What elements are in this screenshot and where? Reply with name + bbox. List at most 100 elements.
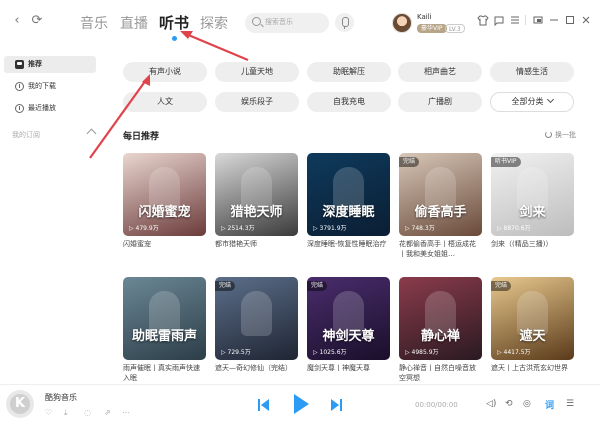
refresh-batch-button[interactable]: 换一批	[555, 130, 576, 140]
play-count: 8870.6万	[494, 224, 534, 233]
logo-letter: K	[10, 394, 30, 414]
next-icon[interactable]	[330, 399, 342, 411]
sidebar-item-downloads[interactable]: 我的下载	[4, 78, 96, 95]
cover-title: 偷香高手	[414, 205, 467, 220]
card-cover[interactable]: 闪婚蜜宠 479.9万	[123, 153, 206, 236]
chip-self-improvement[interactable]: 自我充电	[307, 92, 391, 112]
cover-title: 助眠雷雨声	[131, 329, 197, 344]
audiobook-card[interactable]: 猎艳天师 2514.3万都市猎艳天师	[215, 153, 298, 249]
chip-emotion[interactable]: 情感生活	[490, 62, 574, 82]
sidebar-item-label: 最近播放	[28, 104, 56, 112]
previous-icon[interactable]	[258, 399, 270, 411]
refresh-batch-icon[interactable]	[545, 131, 552, 138]
heart-icon[interactable]: ♡	[45, 409, 52, 417]
chevron-up-icon[interactable]	[86, 128, 97, 139]
card-cover[interactable]: 猎艳天师 2514.3万	[215, 153, 298, 236]
level-badge: LV.3	[445, 24, 465, 33]
play-count: 2514.3万	[218, 224, 258, 233]
vip-badge: 豪华VIP	[417, 24, 447, 33]
card-title[interactable]: 闪婚蜜宠	[123, 239, 206, 249]
card-title[interactable]: 都市猎艳天师	[215, 239, 298, 249]
play-count: 729.5万	[218, 348, 254, 357]
audiobook-card[interactable]: 闪婚蜜宠479.9万闪婚蜜宠	[123, 153, 206, 249]
more-icon[interactable]: ⋯	[122, 409, 130, 417]
cover-title: 遮天	[519, 329, 546, 344]
recommend-icon	[15, 60, 24, 69]
sidebar-item-recent[interactable]: 最近播放	[4, 100, 96, 117]
username[interactable]: Kaili	[417, 13, 432, 21]
tab-music[interactable]: 音乐	[80, 13, 108, 33]
volume-icon[interactable]: ◁)	[486, 398, 496, 410]
share-icon[interactable]: ⇗	[104, 409, 111, 417]
sidebar-item-recommend[interactable]: 推荐	[4, 56, 96, 73]
section-title: 每日推荐	[123, 132, 160, 142]
chip-humanities[interactable]: 人文	[123, 92, 207, 112]
skin-icon[interactable]	[477, 14, 489, 26]
subscriptions-header[interactable]: 我的订阅	[12, 130, 40, 140]
card-title[interactable]: 深度睡眠-恢复性睡眠治疗	[307, 239, 390, 249]
microphone-icon[interactable]	[335, 13, 354, 32]
card-cover[interactable]: 听书VIP 剑来 8870.6万	[491, 153, 574, 236]
lyrics-button[interactable]: 词	[545, 398, 554, 411]
card-title[interactable]: 静心禅音丨自然白噪音放空冥想	[399, 363, 482, 383]
mini-mode-icon[interactable]	[532, 14, 544, 26]
card-cover[interactable]: 完结偷香高手 748.3万	[399, 153, 482, 236]
audiobook-card[interactable]: 听书VIP 剑来 8870.6万剑来（(精品三播)）	[491, 153, 574, 249]
card-title[interactable]: 花都偷香高手丨梧运成花丨我和美女姐姐…	[399, 239, 482, 259]
chip-entertainment[interactable]: 娱乐段子	[215, 92, 299, 112]
card-cover[interactable]: 深度睡眠 3791.9万	[307, 153, 390, 236]
avatar[interactable]	[392, 13, 412, 33]
cover-title: 静心禅	[420, 329, 460, 344]
close-icon[interactable]	[580, 14, 592, 26]
back-icon[interactable]: ‹	[10, 14, 24, 28]
tab-audiobook[interactable]: 听书	[159, 12, 189, 33]
card-tag: 完结	[307, 281, 328, 291]
download-icon[interactable]: ⤓	[64, 409, 68, 417]
cover-title: 闪婚蜜宠	[138, 205, 191, 220]
comment-icon[interactable]: ◌	[84, 409, 91, 417]
chip-radio-drama[interactable]: 广播剧	[398, 92, 482, 112]
loop-icon[interactable]: ⟲	[505, 398, 513, 410]
card-title[interactable]: 遮天丨上古洪荒玄幻世界	[491, 363, 574, 373]
chip-kids[interactable]: 儿童天地	[215, 62, 299, 82]
chip-sleep[interactable]: 助眠解压	[307, 62, 391, 82]
chip-novels[interactable]: 有声小说	[123, 62, 207, 82]
card-title[interactable]: 剑来（(精品三播)）	[491, 239, 574, 249]
sound-effect-icon[interactable]: ◎	[523, 398, 531, 410]
chevron-down-icon	[546, 95, 554, 104]
play-count: 4417.5万	[494, 348, 534, 357]
card-title[interactable]: 雨声催眠丨真实雨声快速入眠	[123, 363, 206, 383]
refresh-icon[interactable]: ⟳	[30, 14, 44, 28]
tab-explore[interactable]: 探索	[200, 13, 228, 33]
audiobook-card[interactable]: 静心禅 4985.9万静心禅音丨自然白噪音放空冥想	[399, 277, 482, 383]
minimize-icon[interactable]	[548, 14, 560, 26]
audiobook-card[interactable]: 助眠雷雨声雨声催眠丨真实雨声快速入眠	[123, 277, 206, 383]
message-icon[interactable]	[493, 14, 505, 26]
audiobook-card[interactable]: 完结遮天 4417.5万遮天丨上古洪荒玄幻世界	[491, 277, 574, 373]
audiobook-card[interactable]: 完结 729.5万遮天—奇幻修仙（完结）	[215, 277, 298, 373]
all-categories-dropdown[interactable]: 全部分类	[490, 92, 574, 112]
menu-icon[interactable]	[509, 14, 521, 26]
card-cover[interactable]: 静心禅 4985.9万	[399, 277, 482, 360]
sidebar-item-label: 我的下载	[28, 82, 56, 90]
search-input[interactable]: 搜索音乐	[245, 13, 329, 33]
now-playing-title: 酷狗音乐	[45, 393, 77, 402]
chip-crosstalk[interactable]: 相声曲艺	[398, 62, 482, 82]
audiobook-card[interactable]: 完结偷香高手 748.3万花都偷香高手丨梧运成花丨我和美女姐姐…	[399, 153, 482, 259]
cover-title: 剑来	[519, 205, 546, 220]
audiobook-card[interactable]: 完结神剑天尊 1025.6万魔剑天尊丨神魔天尊	[307, 277, 390, 373]
play-icon[interactable]	[294, 394, 309, 414]
play-count: 4985.9万	[402, 348, 442, 357]
card-cover[interactable]: 完结神剑天尊 1025.6万	[307, 277, 390, 360]
audiobook-card[interactable]: 深度睡眠 3791.9万深度睡眠-恢复性睡眠治疗	[307, 153, 390, 249]
card-cover[interactable]: 助眠雷雨声	[123, 277, 206, 360]
card-title[interactable]: 遮天—奇幻修仙（完结）	[215, 363, 298, 373]
card-cover[interactable]: 完结遮天 4417.5万	[491, 277, 574, 360]
sidebar-item-label: 推荐	[28, 60, 42, 68]
playlist-icon[interactable]: ☰	[566, 398, 574, 410]
cover-artwork	[241, 291, 272, 336]
card-cover[interactable]: 完结 729.5万	[215, 277, 298, 360]
maximize-icon[interactable]	[564, 14, 576, 26]
card-title[interactable]: 魔剑天尊丨神魔天尊	[307, 363, 390, 373]
tab-live[interactable]: 直播	[120, 13, 148, 33]
